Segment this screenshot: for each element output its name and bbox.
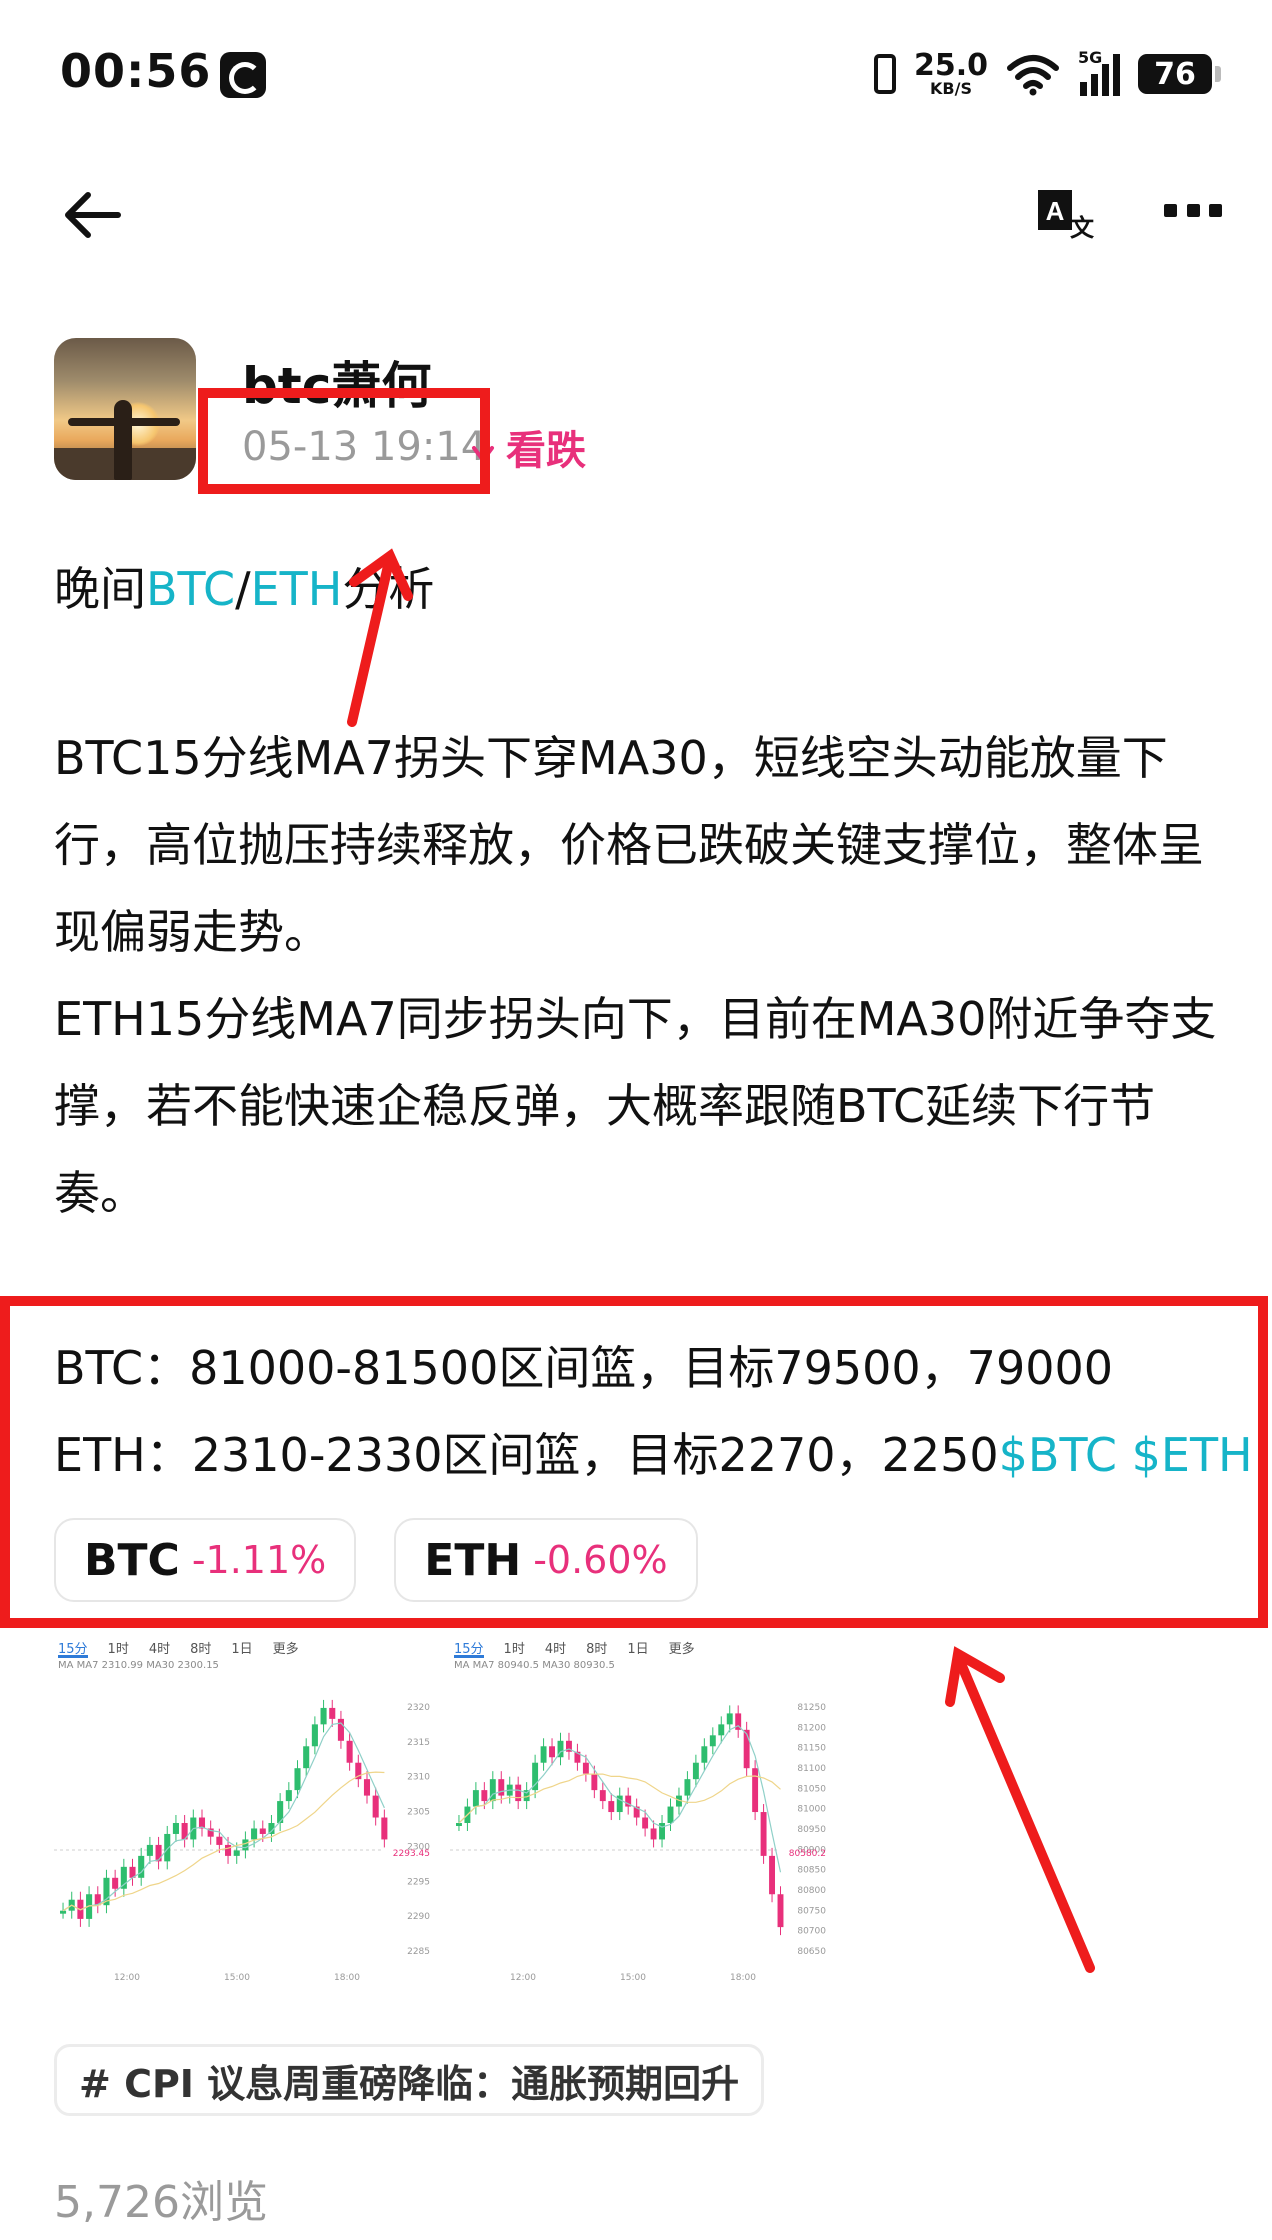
annotation-arrows [347, 548, 1095, 1973]
